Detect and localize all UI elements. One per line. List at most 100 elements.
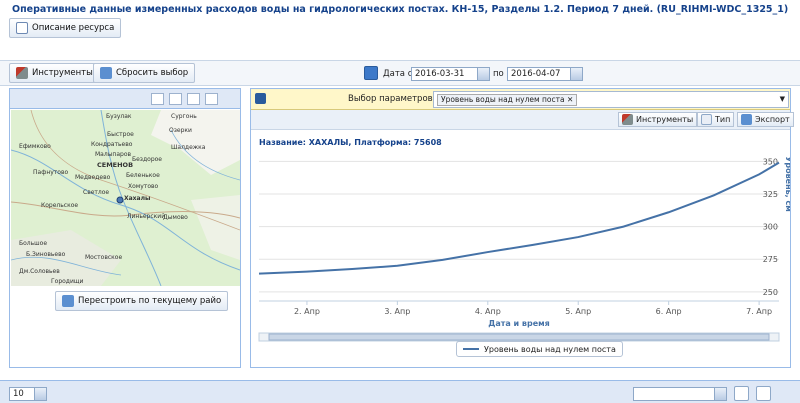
map-place-label: Озерки <box>169 127 192 134</box>
parameter-tag[interactable]: Уровень воды над нулем поста ✕ <box>437 94 578 106</box>
map-place-label: Беленькое <box>126 172 160 179</box>
chart-tools-button[interactable]: Инструменты <box>618 112 698 127</box>
map-place-label: Шалдежка <box>171 144 206 151</box>
map-place-label: Ефимково <box>19 143 51 150</box>
date-from-value: 2016-03-31 <box>415 69 465 79</box>
page-size-value: 10 <box>13 389 24 399</box>
x-tick-label: 5. Апр <box>565 307 591 316</box>
station-marker <box>116 196 124 204</box>
zoom-in-icon[interactable] <box>187 93 200 105</box>
chart-title: Название: ХАХАЛЫ, Платформа: 75608 <box>259 138 442 147</box>
map-place-label: Б.Зиновьево <box>26 251 66 258</box>
map-panel: Бузулак Сургонь Озерки Быстрое Ефимково … <box>9 88 241 368</box>
parameter-tag-label: Уровень воды над нулем поста <box>441 95 565 104</box>
y-tick-label: 275 <box>763 255 778 264</box>
series-line <box>258 161 780 275</box>
y-axis-title: Уровень, см <box>784 156 790 212</box>
parameter-selector-row: Выбор параметров: Уровень воды над нулем… <box>251 89 790 110</box>
date-from-label: Дата с <box>383 69 413 79</box>
chart-type-button[interactable]: Тип <box>697 112 735 127</box>
x-axis-title: Дата и время <box>488 319 550 328</box>
map-place-label: Бездорое <box>132 156 162 163</box>
x-tick-label: 3. Апр <box>384 307 410 316</box>
x-tick-label: 7. Апр <box>746 307 772 316</box>
parameter-combobox[interactable]: Уровень воды над нулем поста ✕ ▼ <box>433 91 789 108</box>
map-place-label: Дм.Соловьев <box>19 268 60 275</box>
date-from-field[interactable]: 2016-03-31 <box>411 67 490 81</box>
chart-export-label: Экспорт <box>755 115 790 124</box>
legend-label: Уровень воды над нулем поста <box>484 344 616 354</box>
document-icon <box>16 22 28 34</box>
map-toolbar <box>10 89 240 109</box>
map-place-label: Мостовское <box>85 254 123 261</box>
reset-selection-label: Сбросить выбор <box>116 68 189 78</box>
export-icon <box>741 114 752 125</box>
map-place-label: Сургонь <box>171 113 197 120</box>
map-place-label: Пафнутово <box>33 169 69 176</box>
y-tick-label: 250 <box>763 288 778 297</box>
tools-icon <box>622 114 633 125</box>
y-tick-label: 325 <box>763 190 778 199</box>
chart-scrollbar-thumb <box>268 333 770 341</box>
tools-icon <box>16 67 28 79</box>
chart-tools-label: Инструменты <box>636 115 694 124</box>
reset-selection-button[interactable]: Сбросить выбор <box>93 63 196 83</box>
info-icon <box>255 93 266 104</box>
search-trigger-icon[interactable] <box>714 388 726 400</box>
map-place-label: Корельское <box>41 202 79 209</box>
chart-export-button[interactable]: Экспорт <box>737 112 794 127</box>
chart-area: 2502753003253502. Апр 3. Апр 4. Апр 5. Апр 6… <box>258 156 790 342</box>
tools-label: Инструменты <box>32 68 93 78</box>
x-tick-label: 2. Апр <box>294 307 320 316</box>
page-size-arrow-icon[interactable] <box>34 388 46 400</box>
x-tick-label: 6. Апр <box>656 307 682 316</box>
map-place-label: Бузулак <box>106 113 132 120</box>
refresh-icon <box>62 295 74 307</box>
map-place-label: Большое <box>19 240 48 247</box>
map-city-label: СЕМЕНОВ <box>97 161 134 169</box>
tools-button[interactable]: Инструменты <box>9 63 100 83</box>
map-station-label: Хахалы <box>124 195 151 202</box>
pan-icon[interactable] <box>205 93 218 105</box>
page-size-select[interactable]: 10 <box>9 387 47 401</box>
date-to-field[interactable]: 2016-04-07 <box>507 67 583 81</box>
date-to-label: по <box>493 69 504 79</box>
map-view[interactable]: Бузулак Сургонь Озерки Быстрое Ефимково … <box>11 110 240 286</box>
calendar-icon <box>364 66 378 80</box>
chart-panel: Выбор параметров: Уровень воды над нулем… <box>250 88 794 368</box>
map-place-label: Медведево <box>75 174 111 181</box>
parameter-selector-label: Выбор параметров: <box>348 94 436 104</box>
legend-swatch <box>463 348 479 350</box>
map-place-label: Хомутово <box>128 183 159 190</box>
x-tick-label: 4. Апр <box>475 307 501 316</box>
chart-type-icon <box>701 114 712 125</box>
reset-icon <box>100 67 112 79</box>
map-place-label: Малыпаров <box>95 151 132 158</box>
map-place-label: Городищи <box>51 278 84 285</box>
export-table-icon[interactable] <box>756 386 771 401</box>
resource-description-label: Описание ресурса <box>32 23 115 33</box>
map-place-label: Дымово <box>163 214 188 221</box>
map-place-label: Быстрое <box>107 131 134 138</box>
y-tick-label: 300 <box>763 223 778 232</box>
search-field[interactable] <box>633 387 727 401</box>
remove-tag-icon[interactable]: ✕ <box>567 95 573 104</box>
chart-toolbar: Инструменты Тип Экспорт <box>251 110 794 130</box>
resource-description-button[interactable]: Описание ресурса <box>9 18 122 38</box>
chart-type-label: Тип <box>715 115 731 124</box>
map-place-label: Светлое <box>83 189 110 196</box>
zoom-extent-icon[interactable] <box>151 93 164 105</box>
paging-bar: 10 <box>0 380 800 403</box>
chart-legend[interactable]: Уровень воды над нулем поста <box>456 341 623 357</box>
rebuild-by-area-label: Перестроить по текущему райо <box>78 296 222 306</box>
combobox-arrow-icon[interactable]: ▼ <box>780 95 785 103</box>
rebuild-by-area-button[interactable]: Перестроить по текущему райо <box>55 291 229 311</box>
date-from-picker-icon[interactable] <box>477 68 489 80</box>
date-to-picker-icon[interactable] <box>570 68 582 80</box>
columns-icon[interactable] <box>734 386 749 401</box>
date-to-value: 2016-04-07 <box>511 69 561 79</box>
page-title: Оперативные данные измеренных расходов в… <box>12 4 789 15</box>
map-place-label: Линьерский <box>127 213 166 220</box>
zoom-out-icon[interactable] <box>169 93 182 105</box>
map-place-label: Кондратьево <box>91 141 133 148</box>
